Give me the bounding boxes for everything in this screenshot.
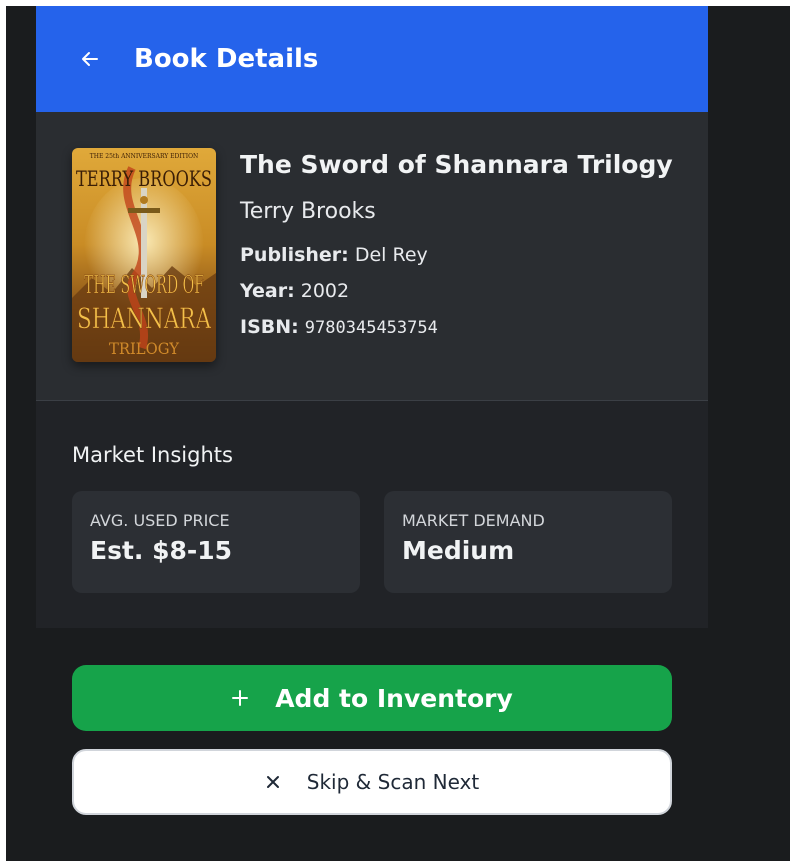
book-summary-card: THE 25th ANNIVERSARY EDITION TERRY BROOK… [36,112,708,401]
year-label: Year: [240,280,295,302]
year-row: Year: 2002 [240,280,688,302]
cover-title-line3: TRILOGY [109,339,179,358]
add-to-inventory-label: Add to Inventory [275,683,513,713]
cover-edition-banner: THE 25th ANNIVERSARY EDITION [90,153,199,160]
year-value: 2002 [300,280,350,302]
book-title: The Sword of Shannara Trilogy [240,150,673,179]
back-button[interactable] [70,39,110,79]
page-title: Book Details [134,44,319,74]
publisher-row: Publisher: Del Rey [240,244,688,266]
app-bar: Book Details [36,6,708,112]
close-icon [265,774,281,790]
avg-price-card: AVG. USED PRICE Est. $8-15 [72,491,360,593]
publisher-label: Publisher: [240,244,349,266]
app-frame: Book Details THE 25th ANNIVERSARY EDITIO… [6,6,790,861]
skip-scan-next-label: Skip & Scan Next [306,770,480,794]
cover-title-line1: THE SWORD OF [84,271,204,299]
isbn-label: ISBN: [240,316,299,338]
avg-price-label: AVG. USED PRICE [90,511,230,530]
market-demand-card: MARKET DEMAND Medium [384,491,672,593]
avg-price-value: Est. $8-15 [90,536,233,565]
cover-title-line2: SHANNARA [77,302,212,335]
book-cover-image: THE 25th ANNIVERSARY EDITION TERRY BROOK… [72,148,216,362]
book-info: The Sword of Shannara Trilogy Terry Broo… [240,150,688,352]
plus-icon [231,689,249,707]
isbn-value: 9780345453754 [304,318,438,338]
arrow-left-icon [82,52,98,66]
book-details-screen: Book Details THE 25th ANNIVERSARY EDITIO… [36,6,708,628]
market-insights-section: Market Insights AVG. USED PRICE Est. $8-… [36,401,708,628]
market-demand-value: Medium [402,536,515,565]
isbn-row: ISBN: 9780345453754 [240,316,688,338]
skip-scan-next-button[interactable]: Skip & Scan Next [72,749,672,815]
insights-heading: Market Insights [72,443,233,467]
publisher-value: Del Rey [354,244,428,266]
add-to-inventory-button[interactable]: Add to Inventory [72,665,672,731]
cover-author-text: TERRY BROOKS [76,167,212,191]
book-author: Terry Brooks [240,199,376,224]
market-demand-label: MARKET DEMAND [402,511,545,530]
